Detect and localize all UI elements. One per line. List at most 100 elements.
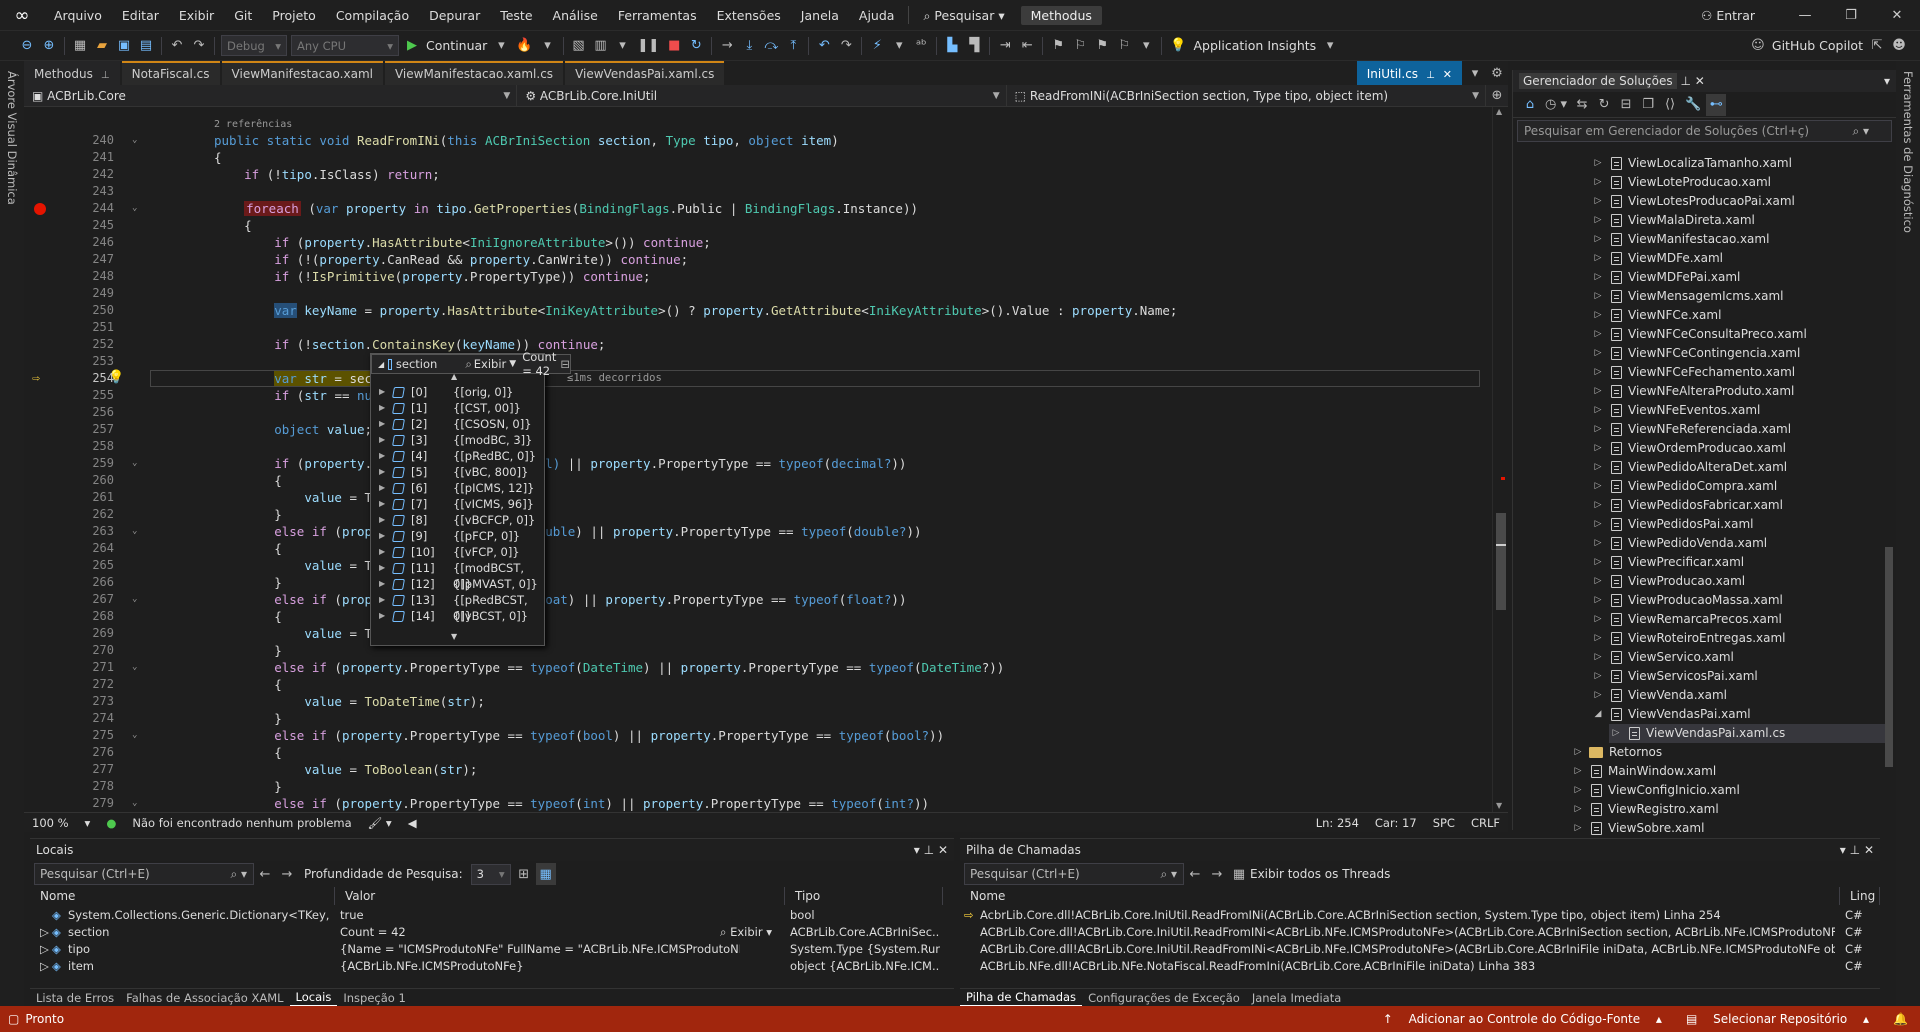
scroll-left-icon[interactable]: ◀ — [400, 816, 425, 830]
application-insights-button[interactable]: Application Insights — [1191, 38, 1320, 53]
expand-icon[interactable]: ▷ — [1591, 211, 1605, 230]
debugger-datatip[interactable]: ◢ section ⌕ Exibir ▼ Count = 42 ⊟ ▲ ▶ [0]… — [370, 350, 571, 646]
datatip-row[interactable]: ▶ [7] {[vICMS, 96]} — [371, 496, 546, 512]
expand-icon[interactable]: ▷ — [1571, 743, 1585, 762]
locals-value[interactable]: {Name = "ICMSProdutoNFe" FullName = "ACB… — [340, 941, 740, 958]
pin-icon[interactable]: ⊥ — [1850, 843, 1860, 857]
expand-icon[interactable]: ▷ — [1591, 192, 1605, 211]
pending-changes-icon[interactable]: ◷ ▾ — [1542, 94, 1570, 116]
restart-icon[interactable]: ↻ — [686, 35, 706, 57]
locals-column-value[interactable]: Valor — [335, 887, 785, 905]
tree-file-item[interactable]: ▷ ViewRegistro.xaml — [1571, 800, 1885, 819]
expand-icon[interactable]: ▷ — [1591, 249, 1605, 268]
menu-janela[interactable]: Janela — [791, 0, 849, 31]
search-next-icon[interactable]: → — [1207, 863, 1227, 885]
indent-icon[interactable]: ⇥ — [995, 35, 1015, 57]
refresh-icon[interactable]: ↻ — [1594, 94, 1614, 116]
save-icon[interactable]: ▣ — [114, 35, 134, 57]
tab-immediate-window[interactable]: Janela Imediata — [1246, 991, 1347, 1005]
stop-icon[interactable]: ■ — [664, 35, 684, 57]
signin-button[interactable]: ⚇ Entrar — [1701, 0, 1755, 31]
tab-viewmanifestacao-xaml-cs[interactable]: ViewManifestacao.xaml.cs — [384, 61, 564, 85]
minimize-icon[interactable]: — — [1782, 0, 1828, 31]
tree-file-item[interactable]: ▷ ViewNFCeContingencia.xaml — [1591, 344, 1885, 363]
step-out-icon[interactable]: ⤒ — [783, 35, 803, 57]
expand-icon[interactable]: ▷ — [1591, 496, 1605, 515]
menu-ajuda[interactable]: Ajuda — [849, 0, 905, 31]
datatip-row[interactable]: ▶ [14] {[vBCST, 0]} — [371, 608, 546, 624]
tab-xaml-binding-failures[interactable]: Falhas de Associação XAML — [120, 991, 289, 1005]
expand-icon[interactable]: ▷ — [1591, 401, 1605, 420]
tree-file-item[interactable]: ▷ ViewPedidoAlteraDet.xaml — [1591, 458, 1885, 477]
search-previous-icon[interactable]: ← — [1185, 863, 1205, 885]
tab-iniutil-active[interactable]: IniUtil.cs ⊥ ✕ — [1356, 61, 1462, 85]
zoom-level[interactable]: 100 % — [24, 816, 77, 830]
tree-file-item[interactable]: ▷ ViewNFCe.xaml — [1591, 306, 1885, 325]
tree-file-item[interactable]: ▷ ViewVenda.xaml — [1591, 686, 1885, 705]
close-icon[interactable]: ✕ — [938, 843, 948, 857]
tree-file-item[interactable]: ▷ ViewLoteProducao.xaml — [1591, 173, 1885, 192]
expand-icon[interactable]: ▶ — [379, 448, 385, 464]
switch-views-icon[interactable]: ⌂ — [1520, 94, 1540, 116]
locals-column-name[interactable]: Nome — [30, 887, 335, 905]
line-ending-indicator[interactable]: CRLF — [1463, 816, 1508, 830]
tab-notafiscal[interactable]: NotaFiscal.cs — [121, 61, 220, 85]
tab-methodus[interactable]: Methodus ⊥ — [24, 61, 120, 85]
copilot-icon[interactable]: ☺ — [1748, 35, 1768, 57]
fold-icon[interactable]: ⌄ — [132, 458, 137, 468]
project-dropdown[interactable]: ▣ ACBrLib.Core ▼ — [24, 84, 518, 107]
expand-icon[interactable]: ▷ — [1591, 629, 1605, 648]
visualizer-icon[interactable]: ⌕ — [465, 357, 471, 372]
code-cleanup-icon[interactable]: 🖌 ▾ — [360, 816, 400, 830]
redo-icon[interactable]: ↷ — [189, 35, 209, 57]
tree-file-item[interactable]: ▷ ViewConfigInicio.xaml — [1571, 781, 1885, 800]
fold-icon[interactable]: ⌄ — [132, 730, 137, 740]
menu-teste[interactable]: Teste — [490, 0, 542, 31]
chevron-down-icon[interactable]: ▾ — [1136, 35, 1156, 57]
diagnostics-icon[interactable]: ⚡ — [867, 35, 887, 57]
add-to-source-control-button[interactable]: ↑ Adicionar ao Controle do Código-Fonte … — [1371, 1012, 1674, 1026]
menu-ferramentas[interactable]: Ferramentas — [608, 0, 707, 31]
spell-check-icon[interactable]: ᵃᵇ — [911, 35, 931, 57]
expand-icon[interactable]: ▷ — [1591, 325, 1605, 344]
fold-icon[interactable]: ⌄ — [132, 798, 137, 808]
expand-icon[interactable]: ▷ — [1591, 420, 1605, 439]
expand-icon[interactable]: ▶ — [379, 496, 385, 512]
settings-gear-icon[interactable]: ⚙ — [1487, 62, 1507, 84]
expand-icon[interactable]: ▶ — [379, 608, 385, 624]
toggle-comment-icon[interactable]: ▙ — [942, 35, 962, 57]
solution-scrollbar[interactable] — [1885, 217, 1893, 897]
sync-icon[interactable]: ⇆ — [1572, 94, 1592, 116]
restore-icon[interactable]: ❐ — [1828, 0, 1874, 31]
expand-icon[interactable]: ▷ — [1609, 724, 1623, 743]
split-editor-icon[interactable]: ⊕ — [1487, 85, 1507, 107]
expand-icon[interactable]: ▷ — [1591, 287, 1605, 306]
tree-file-item[interactable]: ▷ ViewPedidosFabricar.xaml — [1591, 496, 1885, 515]
tree-file-item[interactable]: ▷ ViewNFeAlteraProduto.xaml — [1591, 382, 1885, 401]
call-stack-search-input[interactable]: Pesquisar (Ctrl+E) ⌕ ▾ — [964, 863, 1184, 885]
menu-analise[interactable]: Análise — [543, 0, 608, 31]
menu-depurar[interactable]: Depurar — [419, 0, 490, 31]
tab-watch-1[interactable]: Inspeção 1 — [337, 991, 411, 1005]
expand-icon[interactable]: ▷ — [1591, 306, 1605, 325]
tree-file-item[interactable]: ▷ ViewNFeReferenciada.xaml — [1591, 420, 1885, 439]
expand-icon[interactable]: ▶ — [379, 560, 385, 576]
expand-icon[interactable]: ▷ — [1571, 819, 1585, 838]
search-previous-icon[interactable]: ← — [255, 863, 275, 885]
feedback-icon[interactable]: ☻ — [1889, 35, 1909, 57]
call-stack-frame[interactable]: ACBrLib.Core.dll!ACBrLib.Core.IniUtil.Re… — [980, 941, 1835, 958]
chevron-down-icon[interactable]: ▾ — [1884, 74, 1890, 88]
format-document-icon[interactable]: ▜ — [964, 35, 984, 57]
save-all-icon[interactable]: ▤ — [136, 35, 156, 57]
whitespace-indicator[interactable]: SPC — [1425, 816, 1463, 830]
datatip-row[interactable]: ▶ [6] {[pICMS, 12]} — [371, 480, 546, 496]
close-icon[interactable]: ✕ — [1695, 74, 1705, 88]
pin-datatip-icon[interactable]: ⊟ — [560, 357, 570, 371]
bookmark-icon[interactable]: ⚑ — [1048, 35, 1068, 57]
editor-vertical-scrollbar[interactable]: ▲ ▼ — [1492, 107, 1508, 812]
locals-search-input[interactable]: Pesquisar (Ctrl+E) ⌕ ▾ — [34, 863, 254, 885]
search-next-icon[interactable]: → — [277, 863, 297, 885]
menu-git[interactable]: Git — [224, 0, 262, 31]
tab-overflow-chevron-icon[interactable]: ▾ — [1465, 62, 1485, 84]
datatip-row[interactable]: ▶ [8] {[vBCFCP, 0]} — [371, 512, 546, 528]
